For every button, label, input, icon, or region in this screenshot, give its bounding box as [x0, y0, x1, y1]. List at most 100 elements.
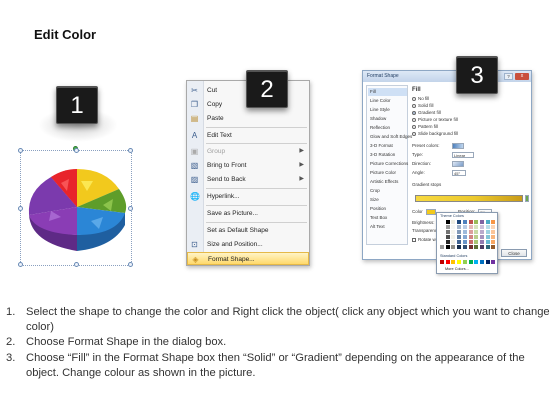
theme-color-swatch[interactable] — [462, 245, 467, 249]
close-icon[interactable]: x — [515, 73, 529, 80]
theme-color-swatch[interactable] — [485, 220, 490, 224]
nav-item-3d-rotation[interactable]: 3-D Rotation — [368, 151, 407, 159]
theme-color-swatch[interactable] — [462, 225, 467, 229]
standard-color-swatch[interactable] — [468, 260, 473, 264]
direction-dropdown[interactable] — [452, 161, 464, 167]
menu-item-hyperlink[interactable]: 🌐 Hyperlink... — [187, 190, 309, 203]
nav-item-line-color[interactable]: Line Color — [368, 97, 407, 105]
menu-item-edit-text[interactable]: A Edit Text — [187, 129, 309, 142]
nav-item-alt-text[interactable]: Alt Text — [368, 223, 407, 231]
resize-handle-bc[interactable] — [74, 262, 79, 267]
fill-option-solid[interactable]: Solid fill — [412, 103, 434, 109]
theme-color-swatch[interactable] — [468, 235, 473, 239]
theme-color-swatch[interactable] — [440, 245, 444, 249]
theme-color-swatch[interactable] — [474, 230, 479, 234]
standard-color-swatch[interactable] — [451, 260, 456, 264]
theme-color-swatch[interactable] — [491, 230, 496, 234]
resize-handle-ml[interactable] — [18, 206, 23, 211]
menu-item-bring-to-front[interactable]: ▧ Bring to Front ▶ — [187, 159, 309, 172]
theme-color-swatch[interactable] — [491, 235, 496, 239]
nav-item-3d-format[interactable]: 3-D Format — [368, 142, 407, 150]
standard-color-swatch[interactable] — [445, 260, 450, 264]
theme-color-swatch[interactable] — [468, 220, 473, 224]
resize-handle-tl[interactable] — [18, 148, 23, 153]
theme-color-swatch[interactable] — [462, 240, 467, 244]
theme-color-swatch[interactable] — [445, 240, 450, 244]
fill-option-slide-bg[interactable]: Slide background fill — [412, 131, 458, 137]
theme-color-swatch[interactable] — [451, 245, 456, 249]
theme-color-swatch[interactable] — [479, 230, 484, 234]
menu-item-send-to-back[interactable]: ▨ Send to Back ▶ — [187, 173, 309, 186]
theme-color-swatch[interactable] — [462, 235, 467, 239]
theme-color-swatch[interactable] — [474, 235, 479, 239]
angle-input[interactable]: 45° — [452, 170, 466, 176]
theme-color-swatch[interactable] — [474, 245, 479, 249]
theme-color-swatch[interactable] — [491, 245, 496, 249]
nav-item-position[interactable]: Position — [368, 205, 407, 213]
fill-option-gradient[interactable]: Gradient fill — [412, 110, 441, 116]
theme-color-swatch[interactable] — [491, 225, 496, 229]
theme-color-swatch[interactable] — [479, 240, 484, 244]
standard-color-swatch[interactable] — [485, 260, 490, 264]
theme-color-swatch[interactable] — [451, 225, 456, 229]
menu-item-format-shape[interactable]: ◈ Format Shape... — [187, 252, 309, 265]
color-picker-button[interactable] — [426, 209, 436, 215]
menu-item-paste[interactable]: ▤ Paste — [187, 112, 309, 125]
preset-colors-dropdown[interactable] — [452, 143, 464, 149]
theme-color-swatch[interactable] — [474, 220, 479, 224]
standard-color-swatch[interactable] — [479, 260, 484, 264]
theme-color-swatch[interactable] — [474, 240, 479, 244]
nav-item-picture-color[interactable]: Picture Color — [368, 169, 407, 177]
gradient-stops-slider[interactable] — [415, 195, 523, 202]
theme-color-swatch[interactable] — [457, 235, 462, 239]
theme-color-swatch[interactable] — [462, 230, 467, 234]
fill-option-no-fill[interactable]: No fill — [412, 96, 429, 102]
theme-color-swatch[interactable] — [457, 225, 462, 229]
theme-color-swatch[interactable] — [440, 220, 444, 224]
theme-color-swatch[interactable] — [485, 230, 490, 234]
nav-item-text-box[interactable]: Text Box — [368, 214, 407, 222]
theme-color-swatch[interactable] — [457, 220, 462, 224]
fill-option-picture[interactable]: Picture or texture fill — [412, 117, 458, 123]
theme-color-swatch[interactable] — [457, 230, 462, 234]
theme-color-swatch[interactable] — [445, 225, 450, 229]
theme-color-swatch[interactable] — [440, 235, 444, 239]
resize-handle-bl[interactable] — [18, 262, 23, 267]
nav-item-size[interactable]: Size — [368, 196, 407, 204]
theme-color-swatch[interactable] — [468, 225, 473, 229]
fill-option-pattern[interactable]: Pattern fill — [412, 124, 438, 130]
theme-color-swatch[interactable] — [491, 240, 496, 244]
theme-color-swatch[interactable] — [479, 225, 484, 229]
nav-item-crop[interactable]: Crop — [368, 187, 407, 195]
theme-color-swatch[interactable] — [462, 220, 467, 224]
theme-color-swatch[interactable] — [485, 235, 490, 239]
menu-item-set-default-shape[interactable]: Set as Default Shape — [187, 224, 309, 237]
resize-handle-tc[interactable] — [74, 148, 79, 153]
theme-color-swatch[interactable] — [451, 220, 456, 224]
theme-color-swatch[interactable] — [440, 240, 444, 244]
theme-color-swatch[interactable] — [491, 220, 496, 224]
nav-item-fill[interactable]: Fill — [368, 88, 407, 96]
nav-item-line-style[interactable]: Line Style — [368, 106, 407, 114]
type-dropdown[interactable]: Linear — [452, 152, 474, 158]
nav-item-artistic-effects[interactable]: Artistic Effects — [368, 178, 407, 186]
resize-handle-mr[interactable] — [128, 206, 133, 211]
theme-color-swatch[interactable] — [440, 225, 444, 229]
nav-item-shadow[interactable]: Shadow — [368, 115, 407, 123]
theme-color-swatch[interactable] — [457, 240, 462, 244]
resize-handle-tr[interactable] — [128, 148, 133, 153]
theme-color-swatch[interactable] — [479, 245, 484, 249]
theme-color-swatch[interactable] — [485, 240, 490, 244]
add-stop-button[interactable] — [525, 195, 529, 202]
theme-color-swatch[interactable] — [468, 240, 473, 244]
standard-color-swatch[interactable] — [491, 260, 496, 264]
resize-handle-br[interactable] — [128, 262, 133, 267]
theme-color-swatch[interactable] — [445, 245, 450, 249]
theme-color-swatch[interactable] — [457, 245, 462, 249]
theme-color-swatch[interactable] — [451, 240, 456, 244]
theme-color-swatch[interactable] — [445, 230, 450, 234]
nav-item-reflection[interactable]: Reflection — [368, 124, 407, 132]
nav-item-picture-corrections[interactable]: Picture Corrections — [368, 160, 408, 168]
selected-pie-shape[interactable] — [18, 148, 133, 267]
more-colors-link[interactable]: More Colors... — [445, 267, 469, 271]
